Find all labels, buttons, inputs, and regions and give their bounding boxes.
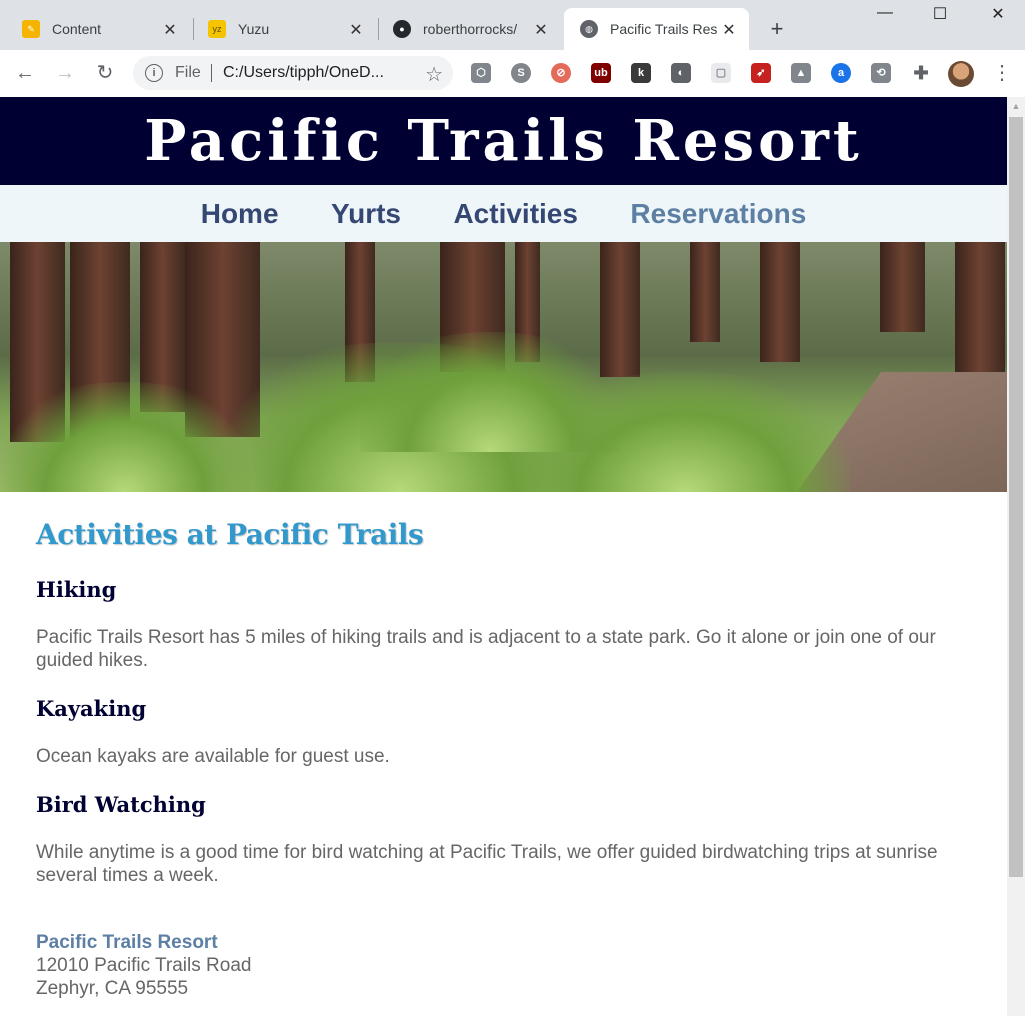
yuzu-icon: yz	[208, 20, 226, 38]
footer-name: Pacific Trails Resort	[36, 932, 218, 953]
hero-forest-image	[0, 242, 1007, 492]
extensions-puzzle-icon[interactable]: ✚	[911, 63, 931, 83]
tab-title: roberthorrocks/	[423, 21, 518, 37]
address-bar[interactable]: i File C:/Users/tipph/OneD... ☆	[133, 56, 453, 90]
nav-activities-link[interactable]: Activities	[453, 185, 578, 242]
lightbulb-extension-icon[interactable]: ◐	[671, 63, 691, 83]
main-content: Activities at Pacific Trails Hiking Paci…	[0, 492, 1007, 887]
site-nav: Home Yurts Activities Reservations	[0, 185, 1007, 242]
section-heading-kayaking: Kayaking	[36, 696, 147, 721]
close-icon[interactable]: ✕	[348, 20, 364, 40]
tab-title: Content	[52, 21, 102, 37]
github-icon: ●	[393, 20, 411, 38]
globe-icon: ◍	[580, 20, 598, 38]
vertical-scrollbar[interactable]: ▲	[1007, 97, 1025, 1016]
footer-street: 12010 Pacific Trails Road	[36, 955, 252, 976]
maximize-icon[interactable]: ☐	[920, 4, 960, 28]
ublock-extension-icon[interactable]: ub	[591, 63, 611, 83]
nav-yurts-link[interactable]: Yurts	[331, 185, 401, 242]
tab-pacific-trails[interactable]: ◍ Pacific Trails Res ✕	[564, 8, 749, 50]
close-icon[interactable]: ✕	[533, 20, 549, 40]
site-footer: Pacific Trails Resort 12010 Pacific Trai…	[0, 931, 1007, 1000]
tab-strip: ✎ Content ✕ yz Yuzu ✕ ● roberthorrocks/ …	[0, 0, 1025, 50]
tab-title: Yuzu	[238, 21, 270, 37]
blocker-extension-icon[interactable]: ⊘	[551, 63, 571, 83]
tab-content[interactable]: ✎ Content ✕	[0, 8, 190, 50]
drive-extension-icon[interactable]: ▲	[791, 63, 811, 83]
new-tab-icon[interactable]: +	[765, 16, 789, 42]
section-text-kayaking: Ocean kayaks are available for guest use…	[36, 746, 390, 767]
pocket-extension-icon[interactable]: ▢	[711, 63, 731, 83]
office-extension-icon[interactable]: ⬡	[471, 63, 491, 83]
section-heading-hiking: Hiking	[36, 577, 117, 602]
tab-yuzu[interactable]: yz Yuzu ✕	[194, 8, 376, 50]
tab-title: Pacific Trails Res	[610, 21, 718, 37]
tab-github[interactable]: ● roberthorrocks/ ✕	[379, 8, 561, 50]
nav-reservations-link[interactable]: Reservations	[630, 185, 806, 242]
scroll-up-arrow-icon[interactable]: ▲	[1007, 97, 1025, 115]
back-icon[interactable]: ←	[12, 60, 38, 86]
nav-home-link[interactable]: Home	[201, 185, 279, 242]
section-text-hiking: Pacific Trails Resort has 5 miles of hik…	[36, 627, 936, 671]
close-icon[interactable]: ✕	[721, 20, 737, 40]
avatar[interactable]	[948, 61, 974, 87]
site-header: Pacific Trails Resort	[0, 97, 1007, 185]
minimize-icon[interactable]: —	[865, 4, 905, 28]
info-icon[interactable]: i	[145, 64, 163, 82]
skype-extension-icon[interactable]: S	[511, 63, 531, 83]
omnibox-divider	[211, 64, 212, 82]
section-heading-bird-watching: Bird Watching	[36, 792, 206, 817]
site-title: Pacific Trails Resort	[144, 108, 863, 174]
close-icon[interactable]: ✕	[162, 20, 178, 40]
browser-toolbar: ← → ↻ i File C:/Users/tipph/OneD... ☆ ⬡ …	[0, 50, 1025, 98]
section-text-bird-watching: While anytime is a good time for bird wa…	[36, 842, 938, 886]
reload-icon[interactable]: ↻	[92, 60, 118, 86]
scroll-thumb[interactable]	[1009, 117, 1023, 877]
scheme-label: File	[175, 64, 201, 81]
forward-icon[interactable]: →	[52, 60, 78, 86]
window-close-icon[interactable]: ✕	[978, 4, 1018, 28]
pencil-icon: ✎	[22, 20, 40, 38]
kindle-extension-icon[interactable]: k	[631, 63, 651, 83]
page-heading: Activities at Pacific Trails	[36, 518, 424, 551]
cast-extension-icon[interactable]: ⟲	[871, 63, 891, 83]
menu-kebab-icon[interactable]: ⋮	[992, 62, 1012, 84]
footer-city: Zephyr, CA 95555	[36, 978, 189, 999]
page-viewport: Pacific Trails Resort Home Yurts Activit…	[0, 97, 1007, 1016]
amazon-assistant-icon[interactable]: a	[831, 63, 851, 83]
rocket-extension-icon[interactable]: ➶	[751, 63, 771, 83]
bookmark-star-icon[interactable]: ☆	[425, 62, 443, 87]
url-text[interactable]: C:/Users/tipph/OneD...	[223, 64, 384, 82]
